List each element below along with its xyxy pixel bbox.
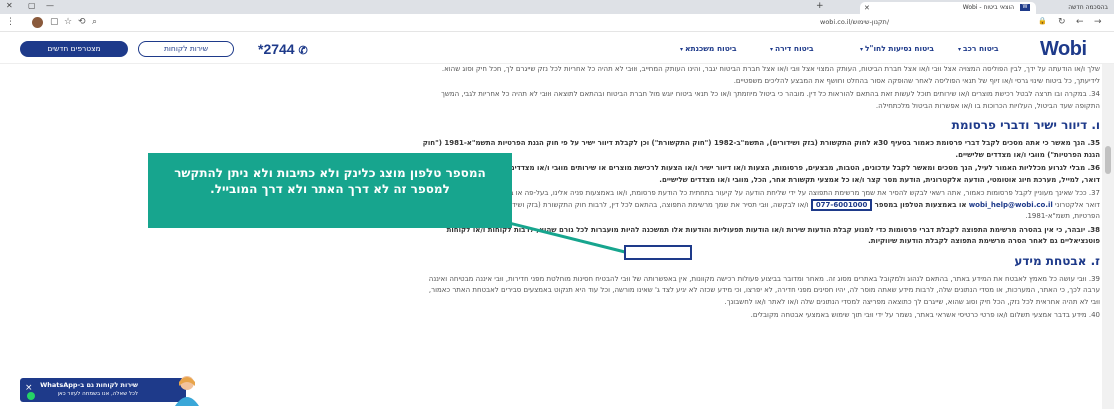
paragraph: 34. במקרה ובו תרצה לבטל רכישת מוצרים ו/א… [441,90,1100,110]
favicon-icon: W [1020,4,1030,11]
chevron-down-icon: ▾ [770,46,774,53]
reload-icon[interactable]: ↻ [1058,17,1066,27]
tab-title: בהסכמה חדשה [1068,4,1108,11]
whatsapp-icon [27,392,35,400]
tab-title: הוצאי ביטוח - Wobi [962,4,1015,11]
logo[interactable]: Wobi [1040,38,1087,61]
sidebar-icon[interactable]: ▢ [50,17,59,27]
chat-title: שירות לקוחות גם ב-WhatsApp [40,381,138,389]
chat-subtitle: לכל שאלה, אנו בשמחה לעזור כאן [57,391,138,397]
extensions-icon[interactable]: ⟲ [78,17,86,27]
minimize-window-icon[interactable]: — [46,1,54,10]
chevron-down-icon: ▾ [860,46,864,53]
nav-travel-insurance[interactable]: ביטוח נסיעות לחו"ל▾ [860,44,934,53]
support-agent-icon[interactable] [170,372,204,406]
menu-icon[interactable]: ⋮ [6,17,15,27]
terms-content: שלך ו/או הודעתה על ידך, לבין הפוליסה המצ… [418,64,1100,409]
close-tab-icon[interactable]: ✕ [864,2,870,14]
paragraph: 35. הנך מאשר כי אתה מסכים לקבל דברי פרסו… [422,139,1100,159]
search-icon[interactable]: ⌕ [92,17,97,27]
tab-other[interactable]: בהסכמה חדשה [1040,2,1114,14]
paragraph: 36. מבלי לגרוע מכלליות האמור לעיל, הנך מ… [423,164,1100,184]
browser-tab-bar: ✕ ▢ — + W הוצאי ביטוח - Wobi ✕ בהסכמה חד… [0,0,1114,14]
whatsapp-chat-widget[interactable]: × שירות לקוחות גם ב-WhatsApp לכל שאלה, א… [20,378,186,402]
phone-link[interactable]: 077-6001000 [810,198,873,211]
chevron-down-icon: ▾ [958,46,962,53]
phone-number[interactable]: *2744 ✆ [258,41,308,57]
section-heading: ו. דיוור ישיר ודברי פרסומת [951,118,1100,132]
url-field[interactable]: wobi.co.il/תקנון-שימוש/ [820,18,889,26]
nav-mortgage-insurance[interactable]: ביטוח משכנתא▾ [680,44,737,53]
back-icon[interactable]: → [1094,17,1102,27]
new-customers-button[interactable]: מצטרפים חדשים [20,41,128,57]
paragraph: 39. ווּבי עושה כל מאמץ לאבטח את המידע בא… [428,274,1100,306]
scrollbar[interactable] [1102,64,1114,409]
scrollbar-thumb[interactable] [1105,146,1111,174]
site-header: Wobi ביטוח רכב▾ ביטוח נסיעות לחו"ל▾ ביטו… [0,32,1114,64]
forward-icon[interactable]: ← [1076,17,1084,27]
maximize-window-icon[interactable]: ▢ [28,1,36,10]
close-window-icon[interactable]: ✕ [6,1,13,10]
avatar[interactable] [32,17,43,28]
nav-home-insurance[interactable]: ביטוח דירה▾ [770,44,814,53]
tab-active[interactable]: W הוצאי ביטוח - Wobi ✕ [860,2,1036,14]
annotation-callout: המספר טלפון מוצג כלינק ולא כתיבות ולא ני… [148,153,512,228]
chevron-down-icon: ▾ [680,46,684,53]
email-link[interactable]: wobi_help@wobi.co.il [969,201,1053,209]
customer-service-button[interactable]: שירות לקוחות [138,41,234,57]
paragraph: 37. ככל שאינך מעוניין לקבל פרסומות כאמור… [418,189,1100,220]
paragraph: שלך ו/או הודעתה על ידך, לבין הפוליסה המצ… [441,65,1100,85]
paragraph: 40. מידע בדבר אמצעי תשלום ו/או פרטי כרטי… [750,311,1100,319]
section-heading: ז. אבטחת מידע [1014,253,1100,268]
phone-icon: ✆ [298,45,308,57]
lock-icon[interactable]: 🔒 [1038,17,1047,25]
nav-car-insurance[interactable]: ביטוח רכב▾ [958,44,999,53]
address-bar: ⋮ ▢ ☆ ⟲ ⌕ wobi.co.il/תקנון-שימוש/ 🔒 ↻ ← … [0,14,1114,32]
new-tab-button[interactable]: + [816,1,824,11]
paragraph: 38. יובהר, כי אין בהסרה מרשימת התפוצה לק… [446,225,1100,246]
star-icon[interactable]: ☆ [64,17,72,27]
